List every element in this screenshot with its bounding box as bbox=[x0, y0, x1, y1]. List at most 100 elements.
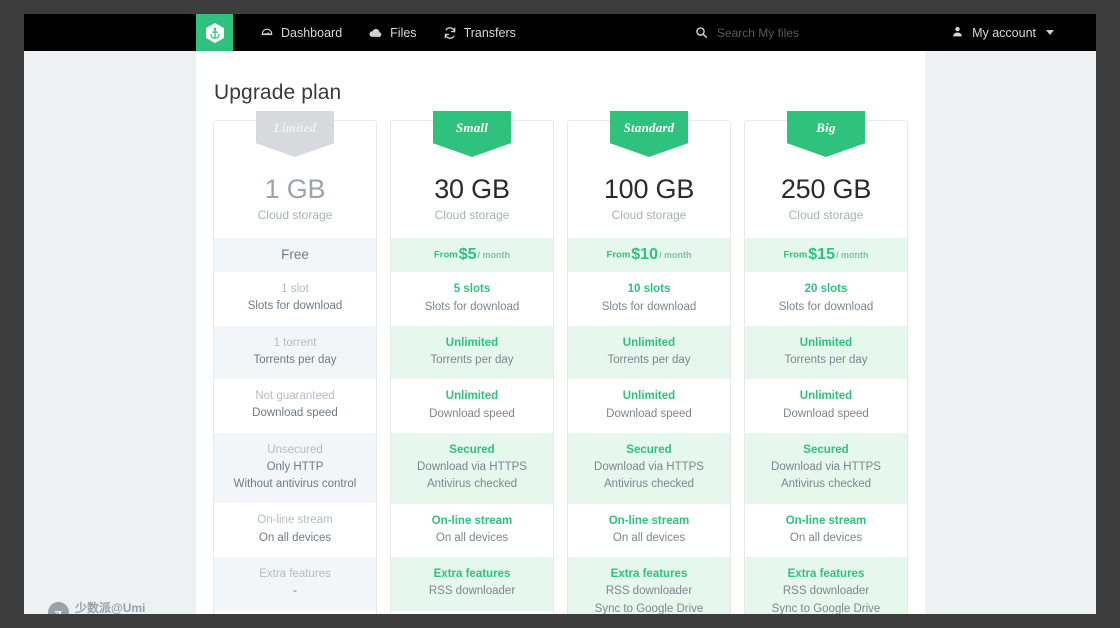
account-menu-label: My account bbox=[972, 25, 1036, 40]
plan-feature-line: Download speed bbox=[429, 407, 515, 420]
plan-price-period: / month bbox=[477, 250, 511, 261]
page-title: Upgrade plan bbox=[214, 81, 342, 104]
anchor-hexagon-logo-icon bbox=[203, 21, 227, 45]
pricing-card: Small 30 GB Cloud storage From$5/ month 5 sl… bbox=[390, 111, 554, 614]
plan-feature: On-line stream On all devices bbox=[568, 504, 730, 558]
plan-feature-line: RSS downloader bbox=[428, 585, 516, 598]
plan-price-free: Free bbox=[281, 247, 309, 263]
plan-feature-line: RSS downloader bbox=[782, 585, 870, 598]
plan-storage-sublabel: Cloud storage bbox=[788, 208, 864, 223]
plan-feature-title: Unlimited bbox=[445, 390, 499, 403]
plan-feature-line: RSS downloader bbox=[605, 585, 693, 598]
plan-feature-title: 5 slots bbox=[453, 283, 491, 296]
plan-feature-line: Download speed bbox=[252, 407, 338, 420]
plan-price-row: From$5/ month bbox=[391, 237, 553, 273]
plan-storage-sublabel: Cloud storage bbox=[257, 208, 333, 223]
plan-feature-line: Slots for download bbox=[601, 300, 697, 313]
cloud-icon bbox=[368, 26, 383, 40]
plan-price-amount: $15 bbox=[808, 246, 835, 264]
plan-feature-line: Download speed bbox=[606, 407, 692, 420]
plan-feature-line: Download via HTTPS bbox=[417, 461, 527, 474]
pricing-card: Standard 100 GB Cloud storage From$10/ mont… bbox=[567, 111, 731, 614]
plan-ribbon-label: Small bbox=[455, 120, 489, 135]
plan-price-amount: $5 bbox=[458, 246, 477, 264]
plan-ribbon-label: Standard bbox=[623, 120, 675, 135]
plan-feature-line: Download via HTTPS bbox=[594, 461, 704, 474]
nav-link-transfers-label: Transfers bbox=[463, 25, 516, 40]
plan-feature-title: On-line stream bbox=[257, 514, 333, 527]
plan-feature-line: On all devices bbox=[789, 531, 863, 544]
plan-feature-line: Sync to Google Drive bbox=[594, 602, 704, 614]
nav-link-dashboard-label: Dashboard bbox=[281, 25, 343, 40]
plan-price-from: From bbox=[433, 249, 458, 261]
plan-feature: 1 torrent Torrents per day bbox=[214, 325, 376, 380]
plan-storage: 1 GB bbox=[264, 174, 326, 204]
plan-feature-line: Torrents per day bbox=[784, 354, 868, 367]
plan-feature-line: On all devices bbox=[258, 531, 332, 544]
account-menu[interactable]: My account bbox=[951, 14, 1096, 51]
user-icon bbox=[951, 25, 964, 41]
plan-feature: Secured Download via HTTPS Antivirus check… bbox=[745, 432, 907, 504]
plan-price-row: Free bbox=[214, 237, 376, 273]
plan-feature: On-line stream On all devices bbox=[745, 504, 907, 558]
plan-feature: Unlimited Torrents per day bbox=[568, 325, 730, 380]
navbar-left-spacer bbox=[24, 14, 196, 51]
plan-feature: Unlimited Torrents per day bbox=[391, 325, 553, 380]
plan-price-amount: $10 bbox=[631, 246, 658, 264]
plan-feature-line: Torrents per day bbox=[253, 353, 337, 366]
top-navbar: Dashboard Files Transfers Search My file… bbox=[24, 14, 1096, 51]
refresh-icon bbox=[443, 26, 457, 40]
plan-storage: 30 GB bbox=[434, 174, 510, 204]
plan-feature-title: 20 slots bbox=[804, 283, 848, 296]
plan-feature-line: Torrents per day bbox=[607, 354, 691, 367]
plan-feature: 20 slots Slots for download bbox=[745, 272, 907, 326]
plan-feature-line: Antivirus checked bbox=[603, 478, 695, 491]
plan-price-period: / month bbox=[658, 250, 692, 261]
plan-storage-sublabel: Cloud storage bbox=[434, 208, 510, 223]
plan-feature-title: Secured bbox=[449, 443, 495, 456]
plan-feature: 1 slot Slots for download bbox=[214, 272, 376, 326]
chevron-down-icon bbox=[1046, 30, 1054, 35]
plan-feature-title: Unlimited bbox=[799, 390, 853, 403]
plan-feature-title: On-line stream bbox=[608, 514, 690, 527]
plan-feature-line: Sync to Google Drive bbox=[771, 602, 881, 614]
plan-feature-line: Download via HTTPS bbox=[771, 461, 881, 474]
navbar-links: Dashboard Files Transfers bbox=[233, 14, 529, 51]
plan-feature-line: Slots for download bbox=[247, 300, 343, 313]
brand-logo[interactable] bbox=[196, 14, 233, 51]
pi-circle-icon: π bbox=[48, 602, 69, 614]
nav-link-dashboard[interactable]: Dashboard bbox=[247, 14, 355, 51]
plan-feature-line: Download speed bbox=[783, 407, 869, 420]
plan-feature: 5 slots Slots for download bbox=[391, 272, 553, 326]
plan-feature-line: Only HTTP bbox=[266, 460, 324, 473]
plan-feature: On-line stream On all devices bbox=[214, 503, 376, 557]
plan-feature-title: Extra features bbox=[433, 568, 511, 581]
plan-price-row: From$10/ month bbox=[568, 237, 730, 273]
watermark-text: 少数派@Umi sspai.com/post/51855 bbox=[75, 602, 153, 614]
nav-link-transfers[interactable]: Transfers bbox=[430, 14, 529, 51]
plan-feature-title: Secured bbox=[803, 443, 849, 456]
browser-viewport: Dashboard Files Transfers Search My file… bbox=[24, 14, 1096, 614]
watermark-name: 少数派@Umi bbox=[75, 601, 146, 614]
search-icon bbox=[695, 26, 708, 39]
plan-price-from: From bbox=[606, 249, 631, 261]
plan-feature: Not guaranteed Download speed bbox=[214, 379, 376, 433]
search-box[interactable] bbox=[695, 14, 917, 51]
plan-storage-sublabel: Cloud storage bbox=[611, 208, 687, 223]
plan-feature-line: - bbox=[293, 585, 297, 598]
pricing-card: Limited 1 GB Cloud storage Free 1 slot Slots … bbox=[213, 111, 377, 614]
pricing-card: Big 250 GB Cloud storage From$15/ month 20 s… bbox=[744, 111, 908, 614]
nav-link-files-label: Files bbox=[390, 25, 417, 40]
nav-link-files[interactable]: Files bbox=[355, 14, 429, 51]
search-input[interactable] bbox=[716, 25, 917, 40]
plan-feature: Extra features RSS downloader Sync to Goog… bbox=[745, 557, 907, 614]
plan-feature: Unlimited Download speed bbox=[391, 379, 553, 433]
content-panel: Upgrade plan Limited 1 GB Cloud storage Fre… bbox=[196, 51, 925, 614]
plan-feature: Unlimited Torrents per day bbox=[745, 325, 907, 380]
plan-feature: Extra features RSS downloader Sync to Goog… bbox=[568, 557, 730, 614]
plan-feature-title: Unsecured bbox=[267, 443, 323, 456]
plan-feature: Extra features RSS downloader bbox=[391, 557, 553, 611]
desktop-background: Dashboard Files Transfers Search My file… bbox=[0, 0, 1120, 628]
dashboard-icon bbox=[260, 26, 274, 40]
plan-feature-line: Slots for download bbox=[424, 300, 520, 313]
